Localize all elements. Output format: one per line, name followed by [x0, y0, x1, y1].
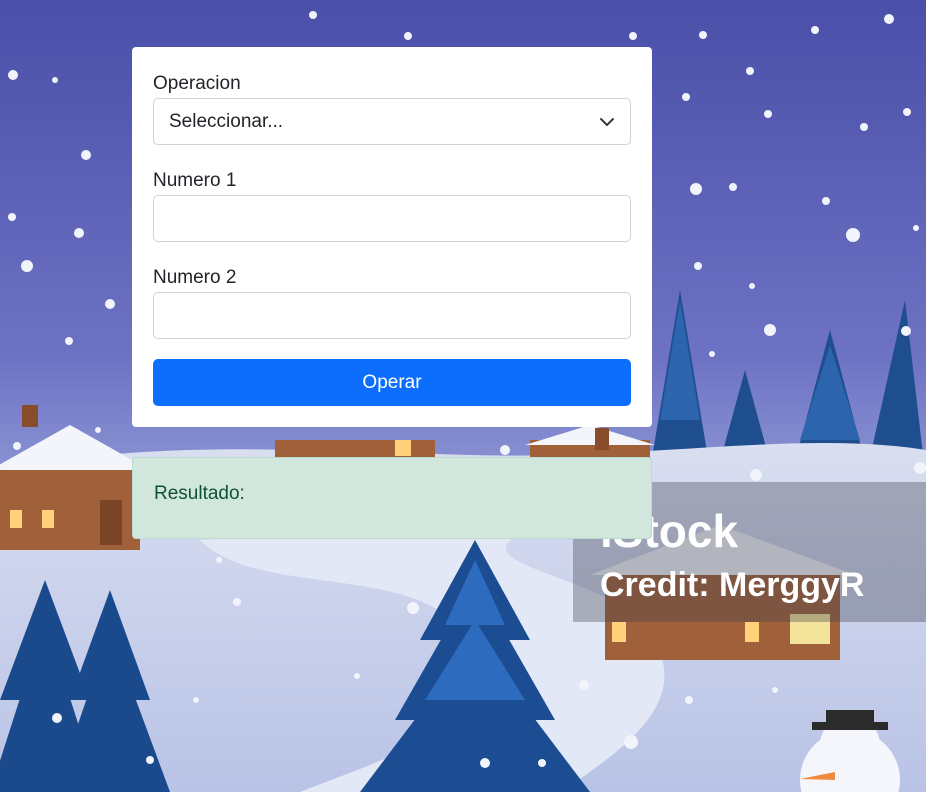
number1-input[interactable]	[153, 195, 631, 242]
snowman-illustration	[800, 710, 900, 792]
watermark-credit: Credit: MerggyR	[600, 566, 864, 604]
operar-button[interactable]: Operar	[153, 359, 631, 406]
operation-select[interactable]: Seleccionar...	[153, 98, 631, 145]
chevron-down-icon	[600, 117, 614, 126]
operation-selected-value: Seleccionar...	[169, 110, 284, 132]
number2-label: Numero 2	[153, 267, 237, 288]
result-alert: Resultado:	[132, 457, 652, 539]
operation-label: Operacion	[153, 73, 241, 94]
result-label: Resultado:	[154, 483, 245, 504]
number1-label: Numero 1	[153, 170, 237, 191]
operation-form-card: Operacion Seleccionar... Numero 1 Numero…	[132, 47, 652, 427]
number2-input[interactable]	[153, 292, 631, 339]
